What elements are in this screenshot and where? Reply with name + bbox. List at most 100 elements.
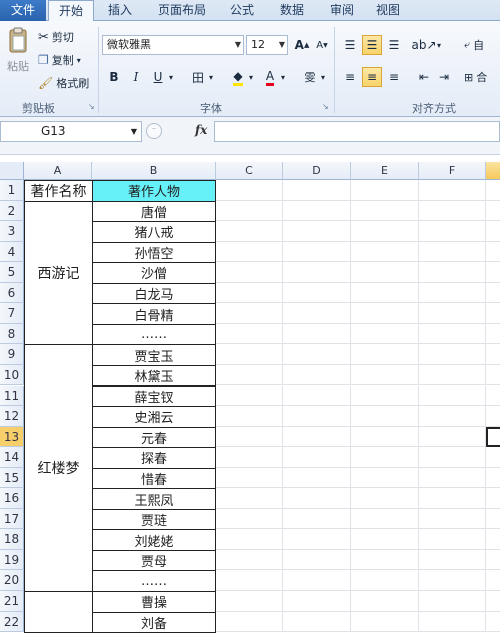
cell[interactable]	[486, 529, 500, 550]
chevron-down-icon[interactable]: ▾	[318, 67, 328, 87]
cut-button[interactable]: ✂ 剪切	[38, 29, 74, 45]
cell[interactable]	[283, 344, 351, 365]
bold-button[interactable]: B	[104, 67, 124, 87]
cell[interactable]	[419, 611, 486, 633]
cell[interactable]	[283, 262, 351, 283]
cell[interactable]	[216, 529, 283, 550]
cell[interactable]	[216, 180, 283, 201]
person-cell[interactable]: ……	[92, 570, 216, 592]
italic-button[interactable]: I	[126, 67, 146, 87]
dialog-launcher-icon[interactable]: ↘	[88, 102, 95, 111]
cell[interactable]	[351, 364, 419, 386]
decrease-indent-button[interactable]: ⇤	[414, 67, 434, 87]
row-header-1[interactable]: 1	[0, 180, 24, 201]
cell[interactable]	[351, 611, 419, 633]
column-header-f[interactable]: F	[419, 162, 486, 180]
person-cell[interactable]: 白骨精	[92, 303, 216, 325]
tab-formulas[interactable]: 公式	[222, 0, 262, 21]
person-cell[interactable]: 史湘云	[92, 406, 216, 428]
tab-home[interactable]: 开始	[48, 0, 94, 22]
cell[interactable]	[216, 282, 283, 304]
header-cell-person[interactable]: 著作人物	[92, 180, 216, 202]
cell[interactable]	[216, 467, 283, 489]
cell[interactable]	[486, 324, 500, 345]
cell[interactable]	[486, 612, 500, 633]
copy-button[interactable]: ❐ 复制 ▾	[38, 52, 81, 68]
cell[interactable]	[283, 426, 351, 448]
chevron-down-icon[interactable]: ▾	[206, 67, 216, 87]
cell[interactable]	[486, 283, 500, 304]
cell[interactable]	[486, 365, 500, 386]
person-cell[interactable]: 贾母	[92, 549, 216, 572]
cell[interactable]	[351, 488, 419, 509]
cell[interactable]	[283, 508, 351, 530]
select-all-corner[interactable]	[0, 162, 24, 180]
cell[interactable]	[351, 282, 419, 304]
cell[interactable]	[351, 406, 419, 427]
cell[interactable]	[283, 406, 351, 427]
person-cell[interactable]: 探春	[92, 447, 216, 469]
cell[interactable]	[419, 241, 486, 263]
column-header-a[interactable]: A	[24, 162, 92, 180]
cell[interactable]	[486, 201, 500, 222]
cell[interactable]	[216, 611, 283, 633]
cell[interactable]	[419, 467, 486, 489]
cell[interactable]	[283, 447, 351, 468]
cell[interactable]	[283, 529, 351, 550]
cell[interactable]	[216, 262, 283, 283]
cell[interactable]	[283, 591, 351, 612]
person-cell[interactable]: 元春	[92, 426, 216, 449]
cell[interactable]	[419, 180, 486, 201]
cell[interactable]	[283, 221, 351, 242]
person-cell[interactable]: 惜春	[92, 467, 216, 490]
cell[interactable]	[486, 468, 500, 489]
chevron-down-icon[interactable]: ▾	[278, 67, 288, 87]
cell[interactable]	[486, 180, 500, 201]
cell[interactable]	[351, 570, 419, 591]
cell[interactable]	[419, 364, 486, 386]
cell[interactable]	[419, 591, 486, 612]
cell[interactable]	[419, 344, 486, 365]
merged-work-cell[interactable]: 红楼梦	[24, 344, 93, 592]
align-middle-button[interactable]: ☰	[362, 35, 382, 55]
cell[interactable]	[351, 262, 419, 283]
row-header-9[interactable]: 9	[0, 344, 24, 365]
person-cell[interactable]: 刘备	[92, 611, 216, 633]
orientation-button[interactable]: ab↗	[411, 35, 436, 55]
row-header-18[interactable]: 18	[0, 529, 24, 550]
cell[interactable]	[486, 570, 500, 591]
cell[interactable]	[351, 200, 419, 222]
row-header-8[interactable]: 8	[0, 323, 24, 345]
cell[interactable]	[351, 303, 419, 324]
phonetic-button[interactable]: 雯	[300, 67, 320, 87]
cell[interactable]	[216, 200, 283, 222]
cell[interactable]	[486, 344, 500, 365]
cell[interactable]	[351, 549, 419, 571]
cell[interactable]	[216, 344, 283, 365]
cell[interactable]	[216, 406, 283, 427]
cell[interactable]	[486, 591, 500, 612]
cell[interactable]	[486, 221, 500, 242]
cell[interactable]	[216, 221, 283, 242]
cell[interactable]	[486, 262, 500, 283]
person-cell[interactable]: 猪八戒	[92, 221, 216, 243]
align-right-button[interactable]: ≡	[384, 67, 404, 87]
cell[interactable]	[419, 385, 486, 407]
person-cell[interactable]: 刘姥姥	[92, 529, 216, 551]
row-header-17[interactable]: 17	[0, 508, 24, 530]
cell[interactable]	[419, 488, 486, 509]
cell[interactable]	[283, 385, 351, 407]
column-header-d[interactable]: D	[283, 162, 351, 180]
person-cell[interactable]: 沙僧	[92, 262, 216, 284]
row-header-21[interactable]: 21	[0, 591, 24, 612]
cell[interactable]	[216, 549, 283, 571]
increase-indent-button[interactable]: ⇥	[434, 67, 454, 87]
cell[interactable]	[283, 467, 351, 489]
person-cell[interactable]: 贾宝玉	[92, 344, 216, 366]
cell[interactable]	[486, 488, 500, 509]
column-header-g[interactable]	[486, 162, 500, 180]
cell[interactable]	[216, 364, 283, 386]
cell[interactable]	[283, 303, 351, 324]
dialog-launcher-icon[interactable]: ↘	[322, 102, 329, 111]
cell[interactable]	[216, 447, 283, 468]
